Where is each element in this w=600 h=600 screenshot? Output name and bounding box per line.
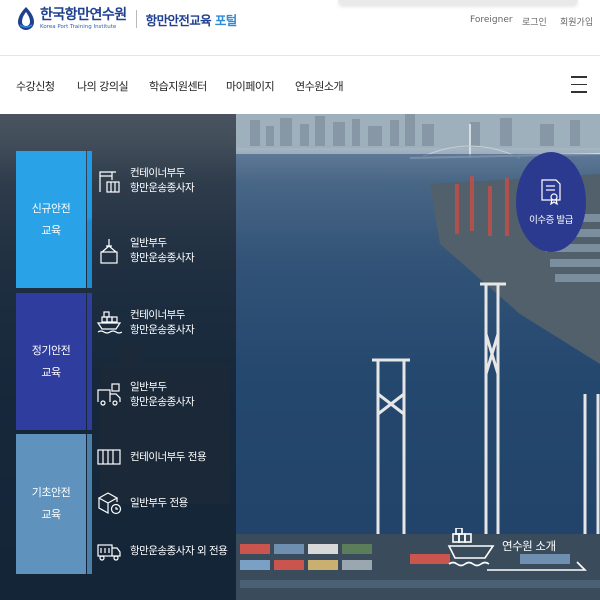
top-header: 한국항만연수원 Korea Port Training Institute 항만… bbox=[0, 0, 600, 56]
signup-link[interactable]: 회원가입 bbox=[560, 15, 593, 28]
logo-divider bbox=[135, 10, 137, 28]
nav-item-learning-support[interactable]: 학습지원센터 bbox=[149, 78, 207, 94]
category-regular-safety[interactable]: 정기안전 교육 bbox=[16, 293, 86, 430]
container-ship-icon bbox=[96, 311, 122, 334]
category-stripe bbox=[87, 434, 92, 574]
course-label: 항만운송종사자 bbox=[130, 182, 195, 194]
truck-icon bbox=[97, 544, 121, 561]
category-stripe bbox=[87, 293, 92, 430]
container-icon bbox=[97, 449, 121, 465]
certificate-icon bbox=[541, 179, 561, 206]
course-label: 일반부두 bbox=[130, 237, 167, 249]
cargo-hook-icon bbox=[100, 239, 118, 264]
category-label: 교육 bbox=[41, 508, 61, 521]
course-link-new-general[interactable]: 일반부두항만운송종사자 bbox=[96, 236, 195, 266]
category-new-safety[interactable]: 신규안전 교육 bbox=[16, 151, 86, 288]
category-label: 교육 bbox=[41, 223, 61, 237]
certificate-issue-button[interactable]: 이수증 발급 bbox=[516, 152, 586, 252]
intro-label: 연수원 소개 bbox=[502, 539, 556, 553]
logo-english-name: Korea Port Training Institute bbox=[40, 24, 117, 30]
portal-title: 항만안전교육 포털 bbox=[145, 12, 238, 28]
logo-emblem-icon bbox=[18, 7, 34, 30]
course-label: 일반부두 전용 bbox=[130, 496, 188, 509]
course-link-regular-container[interactable]: 컨테이너부두항만운송종사자 bbox=[96, 308, 195, 338]
course-label: 항만운송종사자 외 전용 bbox=[130, 544, 228, 557]
nav-item-institute-intro[interactable]: 연수원소개 bbox=[295, 78, 344, 94]
category-label: 신규안전 bbox=[31, 201, 71, 215]
container-crane-icon bbox=[99, 171, 120, 193]
hamburger-icon[interactable] bbox=[571, 76, 587, 93]
category-stripe bbox=[87, 151, 92, 288]
course-label: 컨테이너부두 bbox=[130, 309, 185, 321]
certificate-label: 이수증 발급 bbox=[529, 215, 573, 226]
category-label: 기초안전 bbox=[31, 486, 71, 499]
login-link[interactable]: 로그인 bbox=[522, 15, 547, 28]
box-clock-icon bbox=[97, 492, 122, 515]
course-link-basic-container[interactable]: 컨테이너부두 전용 bbox=[96, 444, 207, 470]
course-label: 항만운송종사자 bbox=[130, 324, 195, 336]
nav-item-mypage[interactable]: 마이페이지 bbox=[226, 78, 275, 94]
main-navigation: 수강신청 나의 강의실 학습지원센터 마이페이지 연수원소개 bbox=[0, 58, 600, 114]
foreigner-link[interactable]: Foreigner bbox=[470, 15, 513, 25]
arrow-right-icon bbox=[487, 561, 587, 571]
category-label: 교육 bbox=[41, 365, 61, 379]
site-logo[interactable]: 한국항만연수원 Korea Port Training Institute 항만… bbox=[16, 6, 237, 32]
nav-item-my-classroom[interactable]: 나의 강의실 bbox=[77, 78, 129, 94]
cargo-truck-icon bbox=[97, 383, 121, 406]
course-label: 항만운송종사자 bbox=[130, 252, 195, 264]
header-shadow-tab bbox=[338, 0, 578, 4]
course-label: 항만운송종사자 bbox=[130, 396, 195, 408]
course-label: 일반부두 bbox=[130, 381, 167, 393]
course-link-basic-other[interactable]: 항만운송종사자 외 전용 bbox=[96, 538, 228, 564]
course-link-regular-general[interactable]: 일반부두항만운송종사자 bbox=[96, 380, 195, 410]
institute-intro-link[interactable]: 연수원 소개 bbox=[447, 528, 593, 580]
course-link-basic-general[interactable]: 일반부두 전용 bbox=[96, 490, 188, 516]
nav-item-course-apply[interactable]: 수강신청 bbox=[16, 78, 55, 94]
course-label: 컨테이너부두 bbox=[130, 167, 185, 179]
category-basic-safety[interactable]: 기초안전 교육 bbox=[16, 434, 86, 574]
logo-korean-name: 한국항만연수원 bbox=[40, 7, 127, 23]
category-label: 정기안전 bbox=[31, 343, 71, 357]
course-label: 컨테이너부두 전용 bbox=[130, 450, 207, 463]
course-link-new-container[interactable]: 컨테이너부두항만운송종사자 bbox=[96, 166, 195, 196]
